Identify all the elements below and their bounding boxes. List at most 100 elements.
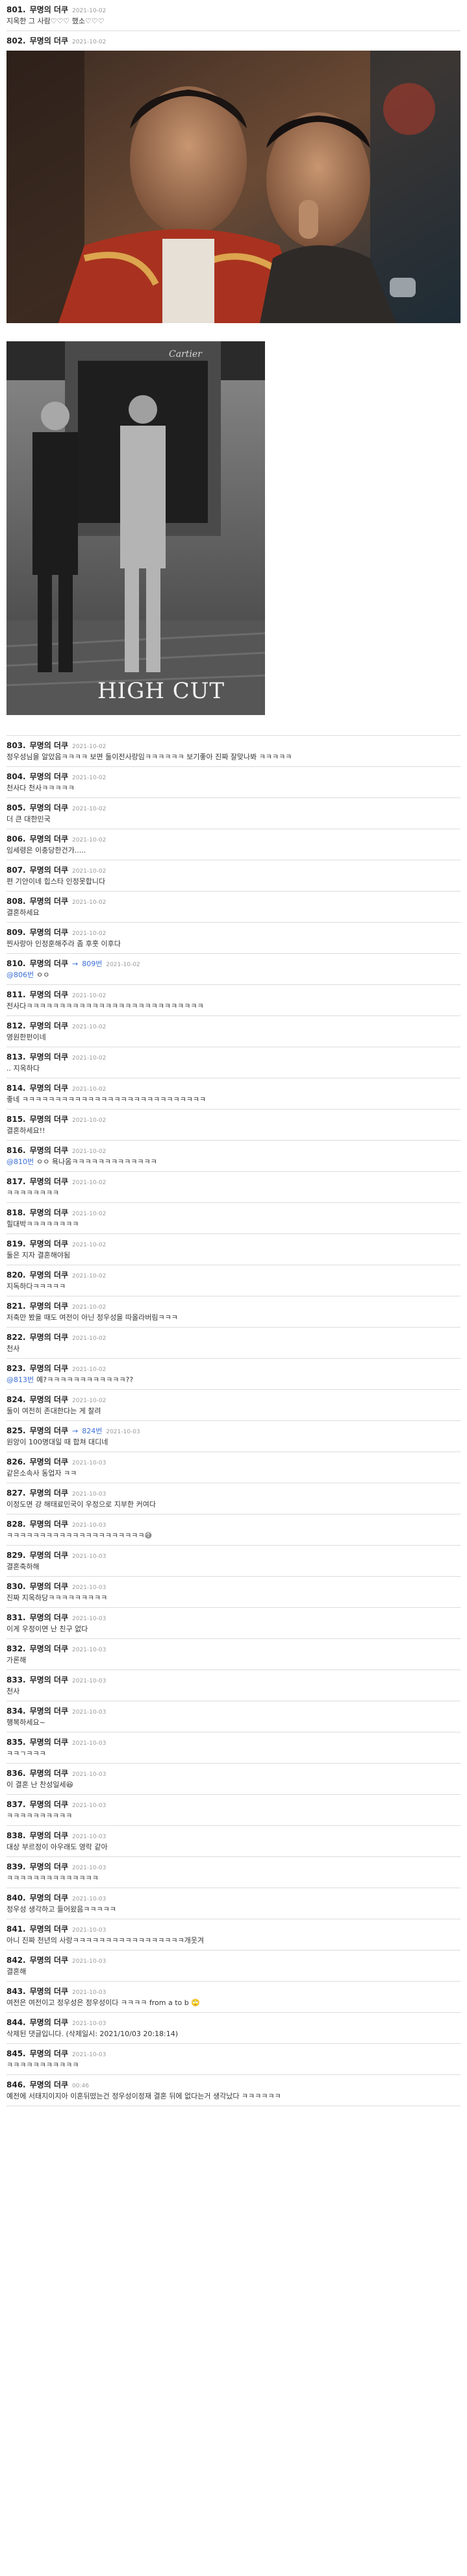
comment-number[interactable]: 842. — [6, 1956, 26, 1965]
comment-number[interactable]: 827. — [6, 1488, 26, 1498]
comment-author: 무명의 더쿠 — [29, 959, 68, 968]
comment-body: 찐사랑아 인정훈해주라 좀 후훗 이후다 — [6, 938, 461, 950]
comment-body: 천사 — [6, 1686, 461, 1697]
comment-date: 2021-10-03 — [72, 1896, 107, 1902]
comment-number[interactable]: 812. — [6, 1021, 26, 1030]
comment-item: 834. 무명의 더쿠 2021-10-03 행복하세요~ — [6, 1701, 461, 1732]
comment-number[interactable]: 825. — [6, 1426, 26, 1435]
comment-item: 813. 무명의 더쿠 2021-10-02 .. 지옥하다 — [6, 1047, 461, 1078]
mention-link[interactable]: @813번 — [6, 1376, 34, 1384]
reply-target-link[interactable]: 809번 — [82, 958, 102, 969]
comment-text: ㅇㅇ — [36, 971, 50, 979]
comment-header: 817. 무명의 더쿠 2021-10-02 — [6, 1176, 461, 1187]
comment-number[interactable]: 833. — [6, 1675, 26, 1684]
comment-body: 좋네 ㅋㅋㅋㅋㅋㅋㅋㅋㅋㅋㅋㅋㅋㅋㅋㅋㅋㅋㅋㅋㅋㅋㅋㅋㅋㅋㅋㅋ — [6, 1094, 461, 1106]
comment-number[interactable]: 830. — [6, 1582, 26, 1591]
comment-number[interactable]: 815. — [6, 1115, 26, 1124]
comment-number[interactable]: 809. — [6, 928, 26, 937]
comment-date: 2021-10-02 — [72, 868, 107, 875]
comment-number[interactable]: 844. — [6, 2018, 26, 2027]
comment-date: 2021-10-02 — [72, 993, 107, 999]
comment-number[interactable]: 834. — [6, 1707, 26, 1716]
comment-number[interactable]: 803. — [6, 741, 26, 750]
comment-number[interactable]: 835. — [6, 1738, 26, 1747]
comment-number[interactable]: 819. — [6, 1239, 26, 1248]
comment-number[interactable]: 807. — [6, 866, 26, 875]
comment-author: 무명의 더쿠 — [29, 1146, 68, 1155]
comment-text: 행복하세요~ — [6, 1718, 45, 1727]
comment-text: 예전에 서태지이지아 이혼뒤떴는건 정우성이정재 결혼 뒤에 없다는거 생각났다… — [6, 2092, 281, 2100]
comment-date: 2021-10-03 — [72, 1709, 107, 1716]
comment-number[interactable]: 824. — [6, 1395, 26, 1404]
comment-header: 827. 무명의 더쿠 2021-10-03 — [6, 1487, 461, 1499]
comment-number[interactable]: 829. — [6, 1551, 26, 1560]
comment-body: 가론해 — [6, 1655, 461, 1666]
comment-number[interactable]: 828. — [6, 1520, 26, 1529]
attached-photo[interactable] — [6, 51, 461, 323]
comment-author: 무명의 더쿠 — [29, 897, 68, 906]
comment-text: ㅇㅇ 욕나옴ㅋㅋㅋㅋㅋㅋㅋㅋㅋㅋㅋㅋㅋ — [36, 1158, 157, 1166]
comment-number[interactable]: 836. — [6, 1769, 26, 1778]
comment-number[interactable]: 839. — [6, 1862, 26, 1871]
comment-number[interactable]: 820. — [6, 1270, 26, 1280]
comment-author: 무명의 더쿠 — [29, 1208, 68, 1217]
comment-number[interactable]: 841. — [6, 1925, 26, 1934]
comment-number[interactable]: 832. — [6, 1644, 26, 1653]
comment-text: 예?ㅋㅋㅋㅋㅋㅋㅋㅋㅋㅋㅋㅋ?? — [36, 1376, 134, 1384]
magazine-title: HIGH CUT — [97, 678, 225, 704]
comment-text: 천사 — [6, 1344, 20, 1353]
comment-header: 821. 무명의 더쿠 2021-10-02 — [6, 1300, 461, 1312]
comment-date: 2021-10-02 — [72, 1398, 107, 1404]
comment-number[interactable]: 811. — [6, 990, 26, 999]
comment-number[interactable]: 838. — [6, 1831, 26, 1840]
comment-date: 2021-10-02 — [72, 806, 107, 812]
comment-number[interactable]: 846. — [6, 2080, 26, 2089]
comment-header: 813. 무명의 더쿠 2021-10-02 — [6, 1051, 461, 1063]
comment-author: 무명의 더쿠 — [29, 772, 68, 781]
comment-number[interactable]: 821. — [6, 1302, 26, 1311]
comment-number[interactable]: 831. — [6, 1613, 26, 1622]
comment-number[interactable]: 804. — [6, 772, 26, 781]
comment-text: ㅋㅋㄱㅋㅋㅋ — [6, 1749, 46, 1758]
comment-header: 833. 무명의 더쿠 2021-10-03 — [6, 1674, 461, 1686]
comment-number[interactable]: 801. — [6, 5, 26, 14]
comment-number[interactable]: 826. — [6, 1457, 26, 1466]
comment-number[interactable]: 810. — [6, 959, 26, 968]
comment-author: 무명의 더쿠 — [29, 1239, 68, 1248]
comment-text: 결혼하세요 — [6, 908, 40, 917]
comment-number[interactable]: 808. — [6, 897, 26, 906]
comment-body: 임세령은 이충당한건가..... — [6, 845, 461, 857]
mention-link[interactable]: @810번 — [6, 1158, 34, 1166]
comment-number[interactable]: 814. — [6, 1084, 26, 1093]
comment-date: 2021-10-03 — [72, 1647, 107, 1653]
comment-number[interactable]: 802. — [6, 36, 26, 45]
comment-text: 임세령은 이충당한건가..... — [6, 846, 86, 855]
comment-text: ㅋㅋㅋㅋㅋㅋㅋㅋㅋㅋㅋ — [6, 2061, 79, 2069]
comment-date: 2021-10-02 — [72, 1367, 107, 1373]
comment-text: 원앙이 100명대일 때 합쳐 대디네 — [6, 1438, 108, 1446]
comment-body: ㅋㅋㄱㅋㅋㅋ — [6, 1748, 461, 1760]
comment-number[interactable]: 840. — [6, 1893, 26, 1902]
attached-photo[interactable]: Cartier HIGH CUT — [6, 341, 265, 715]
comment-author: 무명의 더쿠 — [29, 1707, 68, 1716]
comment-text: 편 기안이네 힙스타 인정못합니다 — [6, 877, 106, 886]
comment-number[interactable]: 806. — [6, 834, 26, 844]
comment-number[interactable]: 845. — [6, 2049, 26, 2058]
comment-number[interactable]: 818. — [6, 1208, 26, 1217]
comment-number[interactable]: 822. — [6, 1333, 26, 1342]
comment-text: 이정도면 걍 해태료민국이 우정으로 지부한 커여다 — [6, 1500, 157, 1509]
comment-number[interactable]: 816. — [6, 1146, 26, 1155]
mention-link[interactable]: @806번 — [6, 971, 34, 979]
comment-number[interactable]: 823. — [6, 1364, 26, 1373]
comment-body: ㅋㅋㅋㅋㅋㅋㅋㅋㅋㅋㅋ — [6, 2060, 461, 2071]
comment-number[interactable]: 813. — [6, 1052, 26, 1062]
comment-item: 816. 무명의 더쿠 2021-10-02 @810번 ㅇㅇ 욕나옴ㅋㅋㅋㅋㅋㅋㅋㅋㅋ… — [6, 1141, 461, 1172]
comment-number[interactable]: 817. — [6, 1177, 26, 1186]
comment-item: 826. 무명의 더쿠 2021-10-03 같은소속사 동업자 ㅋㅋ — [6, 1452, 461, 1483]
comment-item: 814. 무명의 더쿠 2021-10-02 좋네 ㅋㅋㅋㅋㅋㅋㅋㅋㅋㅋㅋㅋㅋㅋㅋㅋㅋ… — [6, 1078, 461, 1110]
comment-body: 지독하다ㅋㅋㅋㅋㅋ — [6, 1281, 461, 1293]
comment-number[interactable]: 843. — [6, 1987, 26, 1996]
reply-target-link[interactable]: 824번 — [82, 1426, 102, 1436]
comment-number[interactable]: 837. — [6, 1800, 26, 1809]
comment-number[interactable]: 805. — [6, 803, 26, 812]
